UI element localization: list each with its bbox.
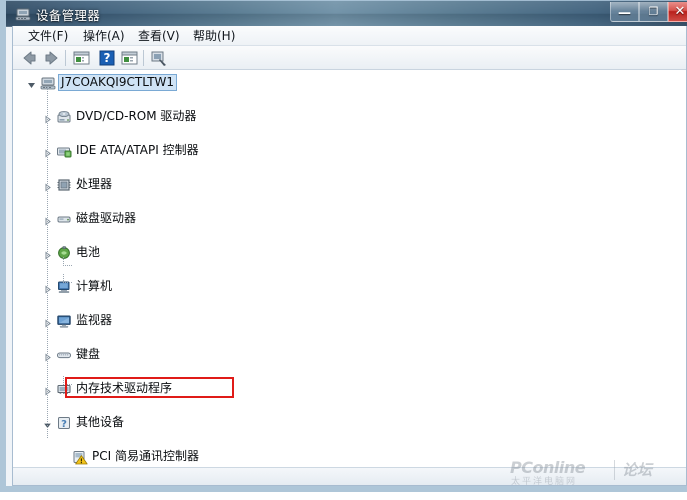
monitor-icon — [56, 313, 72, 329]
tree-guide-line — [47, 87, 48, 438]
title-bar[interactable]: 设备管理器 — ❐ ✕ — [6, 0, 687, 27]
svg-text:?: ? — [61, 419, 67, 430]
tree-node-label: 磁盘驱动器 — [76, 211, 137, 225]
processor-icon — [56, 177, 72, 193]
toolbar: ? — [13, 46, 686, 70]
disk-drive-icon — [56, 211, 72, 227]
menu-view[interactable]: 查看(V) — [133, 28, 185, 44]
tree-node[interactable]: DVD/CD-ROM 驱动器 — [13, 108, 686, 125]
close-icon: ✕ — [674, 4, 686, 19]
tree-node-label: IDE ATA/ATAPI 控制器 — [76, 143, 199, 157]
tree-children-container: DVD/CD-ROM 驱动器 IDE ATA/ATAPI 控制器 处理器磁盘驱动器电… — [13, 87, 686, 465]
tree-node[interactable]: 处理器 — [13, 176, 686, 193]
device-manager-icon — [15, 6, 31, 22]
tree-node-label: J7COAKQI9CTLTW1 — [58, 74, 178, 91]
minimize-button[interactable]: — — [610, 2, 639, 22]
expand-triangle-icon[interactable] — [27, 78, 36, 88]
scan-hardware-icon[interactable] — [149, 48, 170, 68]
tree-node-label: 其他设备 — [76, 415, 125, 429]
tree-node[interactable]: 磁盘驱动器 — [13, 210, 686, 227]
device-manager-window: 设备管理器 — ❐ ✕ 文件(F) 操作(A) 查看(V) 帮助(H) ? J7… — [0, 0, 687, 492]
menu-file[interactable]: 文件(F) — [23, 28, 73, 44]
maximize-button[interactable]: ❐ — [639, 2, 668, 22]
computer-icon — [40, 75, 56, 91]
menu-help[interactable]: 帮助(H) — [188, 28, 240, 44]
tree-child-guide — [63, 282, 72, 283]
window-title: 设备管理器 — [36, 8, 101, 23]
warning-device-icon — [72, 449, 88, 465]
tree-node[interactable]: IDE ATA/ATAPI 控制器 — [13, 142, 686, 159]
keyboard-icon — [56, 347, 72, 363]
menu-bar: 文件(F) 操作(A) 查看(V) 帮助(H) — [13, 26, 686, 46]
other-devices-icon: ? — [56, 415, 72, 431]
toolbar-separator-2 — [143, 50, 144, 66]
tree-node-label: PCI 简易通讯控制器 — [92, 449, 199, 463]
tree-child-guide — [63, 384, 72, 385]
close-button[interactable]: ✕ — [668, 2, 687, 22]
status-bar — [13, 467, 686, 485]
tree-node-label: 监视器 — [76, 313, 113, 327]
battery-icon — [56, 245, 72, 261]
tree-node[interactable]: PCI 简易通讯控制器 — [13, 448, 686, 465]
help-icon[interactable]: ? — [96, 48, 117, 68]
tree-node-label: 电池 — [76, 245, 101, 259]
ide-controller-icon — [56, 143, 72, 159]
tree-node[interactable]: 监视器 — [13, 312, 686, 329]
tree-node-label: DVD/CD-ROM 驱动器 — [76, 109, 197, 123]
tree-node-label: 内存技术驱动程序 — [76, 381, 173, 395]
tree-node[interactable]: ? 其他设备 — [13, 414, 686, 431]
minimize-icon: — — [618, 6, 631, 21]
device-tree: J7COAKQI9CTLTW1 DVD/CD-ROM 驱动器 IDE ATA/AT… — [13, 70, 686, 465]
tree-node-label: 计算机 — [76, 279, 113, 293]
tree-node[interactable]: 计算机 — [13, 278, 686, 295]
update-driver-icon[interactable] — [119, 48, 140, 68]
tree-node-label: 键盘 — [76, 347, 101, 361]
properties-icon[interactable] — [71, 48, 92, 68]
forward-arrow-icon[interactable] — [41, 48, 62, 68]
desktop-background: 设备管理器 — ❐ ✕ 文件(F) 操作(A) 查看(V) 帮助(H) ? J7… — [0, 0, 687, 500]
tree-node[interactable]: 电池 — [13, 244, 686, 261]
tree-node[interactable]: 内存技术驱动程序 — [13, 380, 686, 397]
maximize-icon: ❐ — [648, 5, 659, 18]
device-tree-panel[interactable]: J7COAKQI9CTLTW1 DVD/CD-ROM 驱动器 IDE ATA/AT… — [13, 70, 686, 467]
tree-node-root[interactable]: J7COAKQI9CTLTW1 — [13, 74, 686, 91]
back-arrow-icon[interactable] — [19, 48, 40, 68]
dvd-icon — [56, 109, 72, 125]
tree-node[interactable]: 键盘 — [13, 346, 686, 363]
toolbar-separator-1 — [65, 50, 66, 66]
svg-text:?: ? — [104, 51, 111, 65]
client-area: 文件(F) 操作(A) 查看(V) 帮助(H) ? J7COAKQI9CTLTW… — [12, 26, 687, 486]
tree-child-guide — [63, 265, 72, 266]
menu-action[interactable]: 操作(A) — [78, 28, 130, 44]
tree-node-label: 处理器 — [76, 177, 113, 191]
